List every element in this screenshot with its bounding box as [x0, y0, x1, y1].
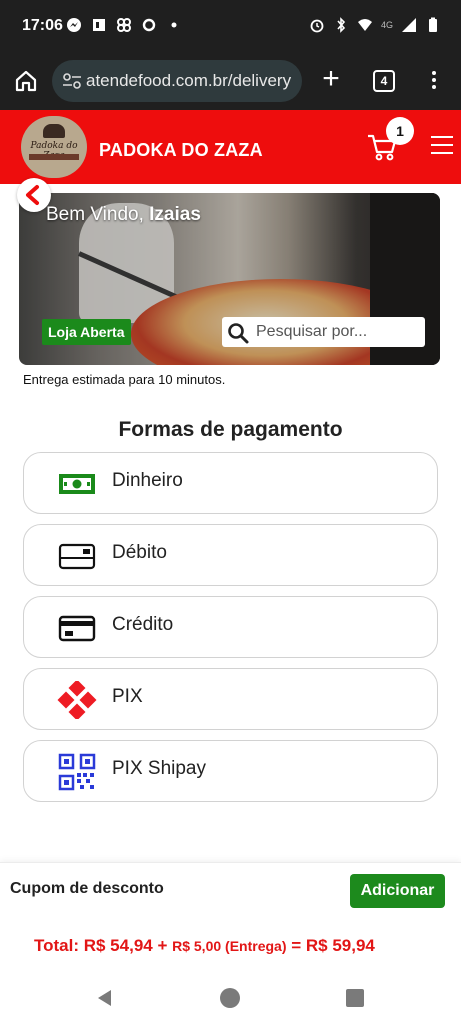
system-nav-bar [0, 970, 461, 1024]
payment-title: Formas de pagamento [118, 418, 343, 441]
payment-option-pix[interactable]: PIX [23, 668, 438, 730]
payment-option-label: Dinheiro [112, 470, 183, 491]
delivery-fee: R$ 5,00 (Entrega) [172, 938, 287, 954]
chevron-left-icon [26, 185, 39, 205]
qr-code-icon [58, 753, 96, 791]
site-settings-icon[interactable] [62, 72, 82, 90]
pix-icon [57, 681, 97, 719]
url-text: atendefood.com.br/delivery [86, 71, 292, 90]
circle-icon [142, 18, 156, 32]
payment-option-label: PIX [112, 686, 143, 707]
home-icon[interactable] [13, 68, 39, 94]
bluetooth-icon [337, 17, 346, 33]
nav-back-icon[interactable] [95, 988, 115, 1008]
signal-icon [402, 18, 416, 32]
status-bar: 17:06 4G [0, 0, 461, 52]
coupon-label: Cupom de desconto [10, 880, 164, 897]
debit-card-icon [58, 543, 96, 570]
site-header: Padoka do Zaza PADOKA DO ZAZA 1 [0, 110, 461, 184]
clock: 17:06 [22, 17, 63, 34]
store-banner: Bem Vindo, Izaias Loja Aberta [19, 193, 440, 365]
payment-option-credito[interactable]: Crédito [23, 596, 438, 658]
tab-switcher-button[interactable]: 4 [373, 70, 395, 92]
hamburger-menu-icon[interactable] [431, 136, 453, 156]
cash-icon [59, 474, 95, 494]
payment-option-label: PIX Shipay [112, 758, 206, 779]
user-name: Izaias [149, 204, 201, 225]
order-total: Total: R$ 54,94 + R$ 5,00 (Entrega) = R$… [34, 936, 375, 955]
notification-icons [66, 17, 182, 33]
checkout-footer: Cupom de desconto Adicionar Total: R$ 54… [0, 862, 461, 970]
store-name: PADOKA DO ZAZA [99, 140, 263, 160]
alarm-icon [310, 19, 324, 33]
address-bar[interactable]: atendefood.com.br/delivery [52, 60, 302, 102]
new-tab-button[interactable]: + [318, 64, 344, 94]
back-button[interactable] [17, 178, 51, 212]
search-icon[interactable] [226, 321, 250, 345]
browser-menu-icon[interactable] [429, 68, 439, 94]
system-icons: 4G [309, 17, 441, 33]
welcome-message: Bem Vindo, Izaias [46, 204, 201, 225]
credit-card-icon [58, 615, 96, 642]
dot-icon [171, 22, 177, 28]
nav-home-icon[interactable] [220, 988, 240, 1008]
add-coupon-button[interactable]: Adicionar [350, 874, 445, 908]
payment-option-dinheiro[interactable]: Dinheiro [23, 452, 438, 514]
messenger-icon [67, 18, 81, 32]
store-logo[interactable]: Padoka do Zaza [21, 116, 87, 178]
battery-icon [429, 17, 437, 32]
store-open-badge: Loja Aberta [42, 319, 131, 345]
pinwheel-icon [117, 18, 131, 32]
payment-option-label: Débito [112, 542, 167, 563]
payment-option-debito[interactable]: Débito [23, 524, 438, 586]
search-box[interactable] [222, 317, 425, 347]
search-input[interactable] [256, 320, 416, 344]
app-notification-icon [93, 19, 105, 31]
payment-option-pix-shipay[interactable]: PIX Shipay [23, 740, 438, 802]
payment-option-label: Crédito [112, 614, 174, 635]
wifi-icon [357, 19, 372, 31]
nav-recents-icon[interactable] [346, 989, 364, 1007]
browser-toolbar: atendefood.com.br/delivery + 4 [0, 52, 461, 110]
delivery-estimate: Entrega estimada para 10 minutos. [23, 372, 226, 387]
cart-count-badge[interactable]: 1 [386, 117, 414, 145]
network-type: 4G [380, 20, 393, 30]
